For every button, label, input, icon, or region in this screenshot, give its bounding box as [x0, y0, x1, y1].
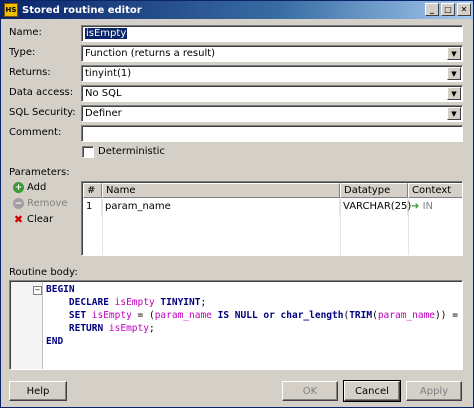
- returns-select[interactable]: tinyint(1) ▼: [81, 65, 463, 82]
- type-value: Function (returns a result): [85, 48, 216, 59]
- data-access-label: Data access:: [9, 87, 74, 98]
- code-line: END: [46, 335, 462, 348]
- cell-name: param_name: [102, 199, 340, 215]
- remove-parameter-button[interactable]: − Remove: [13, 198, 68, 209]
- column-header-datatype[interactable]: Datatype: [340, 183, 408, 198]
- minus-icon: −: [13, 198, 24, 209]
- chevron-down-icon[interactable]: ▼: [447, 87, 461, 100]
- parameters-table[interactable]: # Name Datatype Context 1 param_name VAR…: [81, 181, 463, 256]
- close-button[interactable]: ✕: [457, 3, 471, 16]
- code-text: END: [46, 336, 64, 347]
- x-icon: ✖: [13, 213, 24, 226]
- column-header-name[interactable]: Name: [102, 183, 340, 198]
- name-input[interactable]: isEmpty: [81, 25, 463, 42]
- parameters-label: Parameters:: [9, 167, 70, 178]
- chevron-down-icon[interactable]: ▼: [447, 67, 461, 80]
- returns-label: Returns:: [9, 67, 51, 78]
- deterministic-checkbox[interactable]: [82, 146, 94, 158]
- chevron-down-icon[interactable]: ▼: [447, 107, 461, 120]
- cell-context: ➜ IN: [408, 199, 462, 215]
- add-label: Add: [27, 182, 47, 193]
- remove-label: Remove: [27, 198, 68, 209]
- code-line: DECLARE isEmpty TINYINT;: [46, 297, 207, 308]
- maximize-button[interactable]: □: [441, 3, 455, 16]
- returns-value: tinyint(1): [85, 68, 132, 79]
- comment-label: Comment:: [9, 127, 62, 138]
- deterministic-label[interactable]: Deterministic: [98, 146, 165, 157]
- code-text: BEGIN: [46, 284, 75, 295]
- clear-label: Clear: [27, 214, 54, 225]
- type-label: Type:: [9, 47, 36, 58]
- column-header-context[interactable]: Context: [408, 183, 462, 198]
- routine-body-label: Routine body:: [9, 267, 78, 278]
- ok-button[interactable]: OK: [282, 381, 338, 401]
- data-access-select[interactable]: No SQL ▼: [81, 85, 463, 102]
- minimize-button[interactable]: _: [425, 3, 439, 16]
- routine-body-editor[interactable]: − BEGIN DECLARE isEmpty TINYINT; SET isE…: [9, 280, 463, 370]
- code-line: BEGIN: [46, 283, 462, 296]
- title-buttons: _ □ ✕: [425, 3, 471, 16]
- add-parameter-button[interactable]: + Add: [13, 182, 46, 193]
- type-select[interactable]: Function (returns a result) ▼: [81, 45, 463, 62]
- window-title: Stored routine editor: [22, 4, 142, 16]
- arrow-right-icon: ➜: [411, 201, 420, 212]
- editor-gutter: −: [11, 282, 43, 369]
- cell-number: 1: [83, 199, 102, 215]
- apply-button[interactable]: Apply: [406, 381, 462, 401]
- code-area: BEGIN DECLARE isEmpty TINYINT; SET isEmp…: [46, 283, 462, 348]
- data-access-value: No SQL: [85, 88, 122, 99]
- column-header-number[interactable]: #: [83, 183, 102, 198]
- table-header: # Name Datatype Context: [83, 183, 462, 198]
- title-bar[interactable]: HS Stored routine editor _ □ ✕: [1, 1, 473, 19]
- help-button[interactable]: Help: [9, 381, 67, 401]
- sql-security-select[interactable]: Definer ▼: [81, 105, 463, 122]
- fold-minus-icon[interactable]: −: [33, 286, 42, 295]
- app-icon: HS: [4, 3, 18, 17]
- context-value: IN: [422, 201, 434, 212]
- code-line: RETURN isEmpty;: [46, 323, 155, 334]
- plus-icon: +: [13, 182, 24, 193]
- cancel-button[interactable]: Cancel: [343, 380, 401, 402]
- name-value: isEmpty: [85, 28, 128, 39]
- table-row[interactable]: 1 param_name VARCHAR(25) ➜ IN: [83, 199, 462, 215]
- name-label: Name:: [9, 27, 42, 38]
- sql-security-label: SQL Security:: [9, 107, 76, 118]
- chevron-down-icon[interactable]: ▼: [447, 47, 461, 60]
- stored-routine-editor-window: HS Stored routine editor _ □ ✕ Name: isE…: [0, 0, 474, 408]
- cell-datatype: VARCHAR(25): [340, 199, 411, 215]
- sql-security-value: Definer: [85, 108, 122, 119]
- code-line: SET isEmpty = (param_name IS NULL or cha…: [46, 310, 458, 321]
- clear-parameters-button[interactable]: ✖ Clear: [13, 213, 54, 226]
- comment-input[interactable]: [81, 125, 463, 142]
